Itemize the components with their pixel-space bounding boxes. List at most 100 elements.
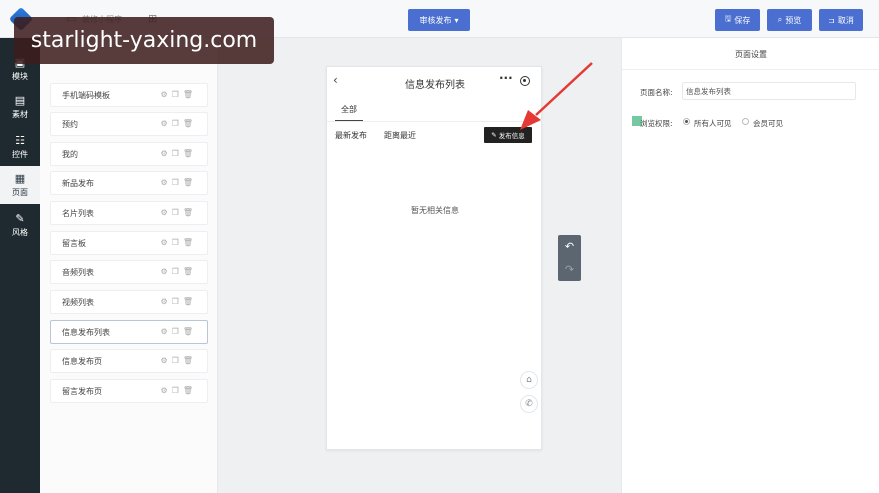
- page-list-item[interactable]: 手机端码模板 ⚙ ❐ 🗑: [50, 83, 208, 107]
- preview-label: 预览: [785, 15, 802, 25]
- settings-icon[interactable]: ⚙: [161, 327, 168, 336]
- delete-icon[interactable]: 🗑: [183, 238, 193, 247]
- settings-icon[interactable]: ⚙: [161, 386, 168, 395]
- page-item-label: 留言发布页: [62, 386, 102, 396]
- cancel-label: 取消: [837, 15, 854, 25]
- delete-icon[interactable]: 🗑: [183, 149, 193, 158]
- sort-distance[interactable]: 距离最近: [384, 130, 416, 141]
- page-icon: ▦: [14, 171, 26, 185]
- delete-icon[interactable]: 🗑: [183, 356, 193, 365]
- undo-redo-group: ↶ ↷: [558, 235, 581, 281]
- page-list-item-selected[interactable]: 信息发布列表 ⚙ ❐ 🗑: [50, 320, 208, 344]
- nav-item-label: 风格: [12, 227, 28, 237]
- publish-button[interactable]: 审核发布 ▾: [408, 9, 470, 31]
- nav-item-label: 素材: [12, 109, 28, 119]
- save-icon: 🖫: [724, 14, 732, 23]
- copy-icon[interactable]: ❐: [172, 297, 179, 306]
- page-list-item[interactable]: 预约 ⚙ ❐ 🗑: [50, 112, 208, 136]
- radio-members[interactable]: [742, 118, 749, 125]
- delete-icon[interactable]: 🗑: [183, 208, 193, 217]
- more-icon[interactable]: ···: [499, 71, 513, 85]
- page-name-input[interactable]: [682, 82, 856, 100]
- tab-divider: [327, 121, 543, 122]
- save-button[interactable]: 🖫 保存: [715, 9, 760, 31]
- settings-icon[interactable]: ⚙: [161, 238, 168, 247]
- home-icon[interactable]: ⌂: [520, 371, 538, 389]
- page-list-item[interactable]: 新品发布 ⚙ ❐ 🗑: [50, 171, 208, 195]
- preview-button[interactable]: ⌕ 预览: [767, 9, 812, 31]
- undo-icon[interactable]: ↶: [558, 235, 581, 258]
- page-item-label: 我的: [62, 149, 78, 159]
- settings-icon[interactable]: ⚙: [161, 267, 168, 276]
- delete-icon[interactable]: 🗑: [183, 267, 193, 276]
- settings-icon[interactable]: ⚙: [161, 297, 168, 306]
- delete-icon[interactable]: 🗑: [183, 119, 193, 128]
- settings-icon[interactable]: ⚙: [161, 90, 168, 99]
- page-item-label: 音频列表: [62, 267, 94, 277]
- redo-icon[interactable]: ↷: [558, 258, 581, 281]
- delete-icon[interactable]: 🗑: [183, 90, 193, 99]
- delete-icon[interactable]: 🗑: [183, 178, 193, 187]
- page-list-item[interactable]: 音频列表 ⚙ ❐ 🗑: [50, 260, 208, 284]
- delete-icon[interactable]: 🗑: [183, 386, 193, 395]
- page-item-label: 预约: [62, 119, 78, 129]
- material-icon: ▤: [14, 93, 26, 107]
- copy-icon[interactable]: ❐: [172, 178, 179, 187]
- radio-members-label[interactable]: 会员可见: [753, 118, 783, 129]
- page-settings-panel: 页面设置 页面名称: 浏览权限: 所有人可见 会员可见: [621, 38, 879, 493]
- copy-icon[interactable]: ❐: [172, 238, 179, 247]
- radio-all[interactable]: [683, 118, 690, 125]
- page-item-label: 信息发布页: [62, 356, 102, 366]
- copy-icon[interactable]: ❐: [172, 356, 179, 365]
- capsule-close-icon[interactable]: [520, 76, 530, 86]
- page-item-label: 信息发布列表: [62, 327, 110, 337]
- page-list-item[interactable]: 名片列表 ⚙ ❐ 🗑: [50, 201, 208, 225]
- page-item-label: 名片列表: [62, 208, 94, 218]
- edit-icon: ✎: [491, 131, 497, 139]
- page-item-label: 手机端码模板: [62, 90, 110, 100]
- sort-latest[interactable]: 最新发布: [335, 130, 367, 141]
- page-list-item[interactable]: 留言发布页 ⚙ ❐ 🗑: [50, 379, 208, 403]
- widget-icon: ☷: [15, 133, 25, 147]
- page-list-item[interactable]: 我的 ⚙ ❐ 🗑: [50, 142, 208, 166]
- access-label: 浏览权限:: [640, 119, 673, 128]
- settings-icon[interactable]: ⚙: [161, 149, 168, 158]
- settings-icon[interactable]: ⚙: [161, 356, 168, 365]
- phone-preview: ‹ 信息发布列表 ··· 全部 最新发布 距离最近 ✎ 发布信息 暂无相关信息 …: [326, 66, 543, 450]
- page-list-panel: 手机端码模板 ⚙ ❐ 🗑 预约 ⚙ ❐ 🗑 我的 ⚙ ❐ 🗑 新品发布 ⚙ ❐ 🗑 名片列表 ⚙ ❐ 🗑 留言…: [40, 38, 218, 493]
- empty-state-text: 暂无相关信息: [411, 206, 459, 215]
- save-label: 保存: [734, 15, 751, 25]
- post-info-button[interactable]: ✎ 发布信息: [484, 127, 532, 143]
- nav-item-style[interactable]: ✎ 风格: [0, 206, 40, 244]
- cancel-button[interactable]: ⊐ 取消: [819, 9, 863, 31]
- copy-icon[interactable]: ❐: [172, 149, 179, 158]
- tab-all[interactable]: 全部: [335, 101, 363, 121]
- copy-icon[interactable]: ❐: [172, 208, 179, 217]
- cancel-icon: ⊐: [828, 15, 835, 25]
- copy-icon[interactable]: ❐: [172, 327, 179, 336]
- nav-item-label: 模块: [12, 71, 28, 81]
- copy-icon[interactable]: ❐: [172, 267, 179, 276]
- page-name-label: 页面名称:: [640, 88, 673, 97]
- copy-icon[interactable]: ❐: [172, 119, 179, 128]
- copy-icon[interactable]: ❐: [172, 386, 179, 395]
- radio-all-label[interactable]: 所有人可见: [694, 118, 732, 129]
- page-list-item[interactable]: 留言板 ⚙ ❐ 🗑: [50, 231, 208, 255]
- page-item-label: 视频列表: [62, 297, 94, 307]
- left-nav: ▣ 模块 ▤ 素材 ☷ 控件 ▦ 页面 ✎ 风格: [0, 38, 40, 493]
- publish-label: 审核发布: [419, 15, 452, 25]
- watermark: starlight-yaxing.com: [14, 17, 274, 64]
- caret-down-icon: ▾: [454, 15, 459, 25]
- settings-icon[interactable]: ⚙: [161, 119, 168, 128]
- nav-item-widget[interactable]: ☷ 控件: [0, 128, 40, 166]
- delete-icon[interactable]: 🗑: [183, 327, 193, 336]
- nav-item-material[interactable]: ▤ 素材: [0, 88, 40, 126]
- settings-icon[interactable]: ⚙: [161, 208, 168, 217]
- delete-icon[interactable]: 🗑: [183, 297, 193, 306]
- phone-icon[interactable]: ✆: [520, 395, 538, 413]
- nav-item-page[interactable]: ▦ 页面: [0, 166, 40, 204]
- page-list-item[interactable]: 信息发布页 ⚙ ❐ 🗑: [50, 349, 208, 373]
- copy-icon[interactable]: ❐: [172, 90, 179, 99]
- settings-icon[interactable]: ⚙: [161, 178, 168, 187]
- page-list-item[interactable]: 视频列表 ⚙ ❐ 🗑: [50, 290, 208, 314]
